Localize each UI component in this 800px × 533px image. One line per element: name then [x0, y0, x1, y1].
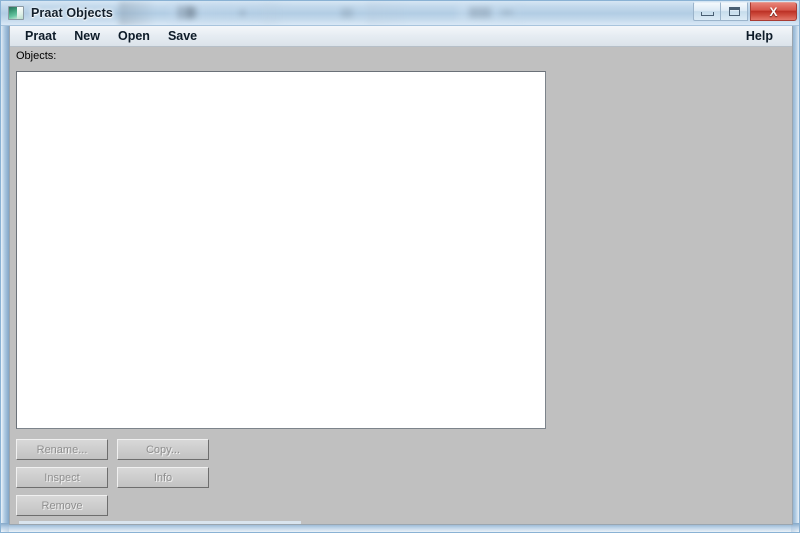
menu-open[interactable]: Open — [109, 27, 159, 46]
action-button-panel: Rename... Copy... Inspect Info Remove — [16, 439, 216, 523]
remove-button[interactable]: Remove — [16, 495, 108, 516]
objects-list[interactable] — [16, 71, 546, 429]
copy-button[interactable]: Copy... — [117, 439, 209, 460]
glass-reflection — [263, 1, 293, 25]
client-area: Praat New Open Save Help Objects: Rename… — [9, 26, 793, 525]
window-controls: X — [693, 2, 797, 21]
inspect-button[interactable]: Inspect — [16, 467, 108, 488]
menu-bar-right-group: Help — [737, 27, 792, 46]
maximize-icon — [728, 7, 740, 16]
glass-reflection — [169, 1, 279, 25]
glass-reflection — [367, 1, 407, 25]
glass-reflection — [341, 8, 353, 18]
maximize-button[interactable] — [720, 2, 748, 21]
dynamic-menu-panel — [556, 50, 792, 524]
menu-save[interactable]: Save — [159, 27, 206, 46]
title-bar[interactable]: Praat Objects X — [1, 1, 799, 26]
button-row: Remove — [16, 495, 216, 516]
praat-objects-window: Praat Objects X Praat New Open Save Help… — [0, 0, 800, 533]
glass-reflection — [457, 1, 523, 25]
rename-button[interactable]: Rename... — [16, 439, 108, 460]
menu-praat[interactable]: Praat — [16, 27, 65, 46]
praat-app-icon[interactable] — [8, 6, 24, 20]
menu-help[interactable]: Help — [737, 27, 782, 46]
button-row: Rename... Copy... — [16, 439, 216, 460]
objects-label: Objects: — [16, 50, 57, 62]
menu-bar: Praat New Open Save Help — [10, 26, 792, 47]
menu-new[interactable]: New — [65, 27, 109, 46]
close-button[interactable]: X — [750, 2, 797, 21]
info-button[interactable]: Info — [117, 467, 209, 488]
close-icon: X — [769, 4, 778, 19]
glass-reflection — [177, 6, 193, 19]
minimize-button[interactable] — [693, 2, 721, 21]
window-title: Praat Objects — [31, 6, 113, 20]
app-icon-left-bar — [9, 7, 17, 19]
button-row: Inspect Info — [16, 467, 216, 488]
window-border-left — [1, 1, 9, 532]
glass-reflection — [119, 1, 153, 25]
app-icon-right-bar — [17, 7, 23, 19]
minimize-icon — [700, 11, 714, 16]
glass-reflection — [501, 10, 513, 15]
glass-reflection — [469, 7, 491, 18]
glass-reflection — [239, 10, 246, 16]
menu-bar-left-group: Praat New Open Save — [10, 27, 206, 46]
glass-reflection — [187, 7, 197, 18]
